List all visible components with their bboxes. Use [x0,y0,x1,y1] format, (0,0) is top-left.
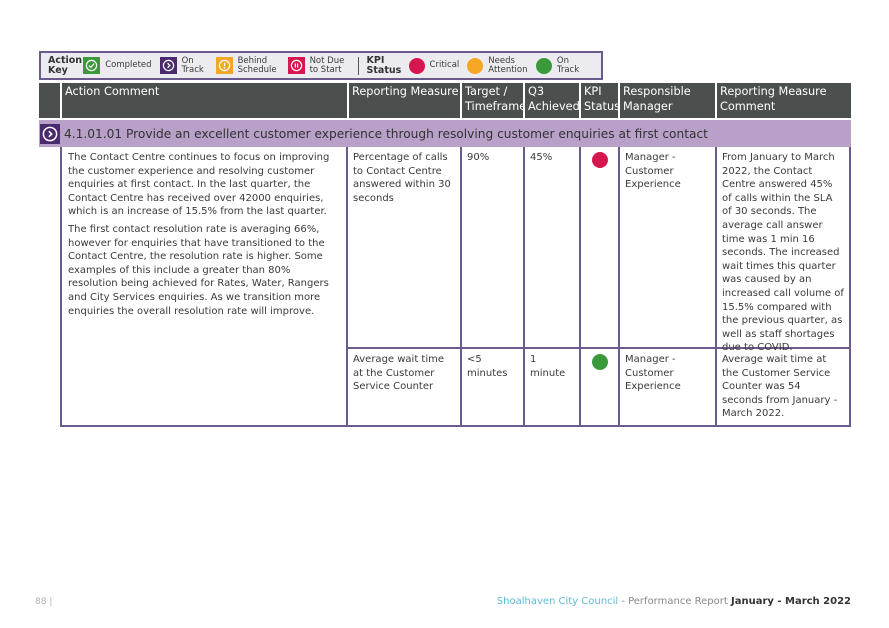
comment-paragraph: The first contact resolution rate is ave… [68,223,329,317]
target: <5 minutes [460,349,523,425]
legend-completed: Completed [83,57,152,74]
target: 90% [460,147,523,347]
action-comment: The Contact Centre continues to focus on… [60,147,346,427]
measure-comment: Average wait time at the Customer Servic… [715,349,851,425]
header-target: Target / Timeframe [460,83,526,118]
header-q3-achieved: Q3 Achieved [523,83,580,118]
legend-label: Completed [105,60,152,70]
achieved: 45% [523,147,579,347]
header-responsible-manager: Responsible Manager [618,83,715,118]
action-key-label: Action Key [48,54,83,76]
check-circle-icon [83,57,101,74]
responsible-manager: Manager - Customer Experience [618,147,715,347]
table-header: Action Comment Reporting Measure Target … [39,83,851,118]
kpi-status [579,349,618,425]
measures: Percentage of calls to Contact Centre an… [346,147,851,427]
footer-title: Shoalhaven City Council - Performance Re… [497,596,851,607]
legend-label: Critical [429,60,460,70]
legend-label: Behind Schedule [237,55,277,75]
on-track-dot-icon [536,57,552,74]
reporting-measure: Average wait time at the Customer Servic… [346,349,460,425]
action-row: 4.1.01.01 Provide an excellent customer … [39,120,851,147]
legend-behind-schedule: Behind Schedule [215,55,280,75]
measure-row: Average wait time at the Customer Servic… [346,349,851,427]
legend-box: Action Key Completed On Track Behind Sch… [39,51,603,80]
legend-on-track: On Track [159,55,208,75]
action-body: The Contact Centre continues to focus on… [60,147,851,427]
legend-not-due: Not Due to Start [287,55,346,75]
measure-comment: From January to March 2022, the Contact … [715,147,851,353]
comment-paragraph: The Contact Centre continues to focus on… [68,152,330,218]
on-track-icon [40,123,60,144]
measure-row: Percentage of calls to Contact Centre an… [346,147,851,353]
exclamation-circle-icon [215,57,233,74]
footer-org: Shoalhaven City Council [496,596,619,607]
page-number: 88 | [35,597,53,607]
legend-needs-attention: Needs Attention [467,55,528,75]
footer-period: January - March 2022 [730,596,851,607]
kpi-status-label: KPI Status [366,54,402,76]
needs-attention-dot-icon [467,57,484,74]
header-action-comment: Action Comment [60,83,347,118]
legend-critical: Critical [408,57,460,74]
on-track-dot-icon [591,354,608,370]
action-title: 4.1.01.01 Provide an excellent customer … [64,126,708,141]
legend-label: Not Due to Start [309,55,345,75]
legend-label: Needs Attention [488,55,528,75]
kpi-status [579,147,618,347]
responsible-manager: Manager - Customer Experience [618,349,715,425]
header-reporting-measure: Reporting Measure [347,83,460,118]
legend-divider [357,56,359,75]
header-kpi-status: KPI Status [579,83,620,118]
footer-report: - Performance Report [618,596,731,607]
critical-dot-icon [591,152,608,168]
legend-label: On Track [556,55,580,75]
reporting-measure: Percentage of calls to Contact Centre an… [346,147,460,347]
legend-label: On Track [181,55,204,75]
legend-kpi-on-track: On Track [536,55,593,75]
chevron-right-circle-icon [159,57,177,74]
critical-dot-icon [408,57,425,74]
header-measure-comment: Reporting Measure Comment [715,83,851,118]
performance-table: Action Comment Reporting Measure Target … [39,83,851,427]
achieved: 1 minute [523,349,579,425]
pause-circle-icon [287,57,305,74]
header-spacer [39,83,60,118]
